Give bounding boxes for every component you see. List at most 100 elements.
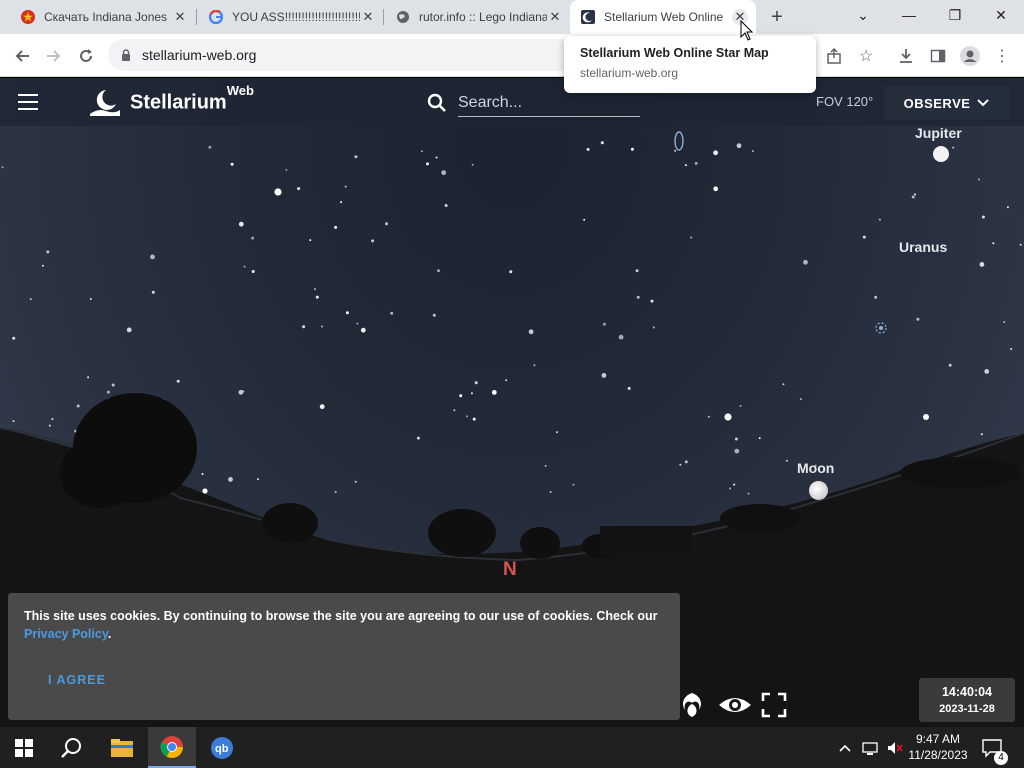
windows-start-icon[interactable] <box>0 727 48 768</box>
star <box>435 156 438 159</box>
jupiter-label[interactable]: Jupiter <box>915 125 962 141</box>
share-icon[interactable] <box>820 42 848 70</box>
star <box>650 299 654 303</box>
star <box>758 437 761 440</box>
chevron-down-icon <box>977 99 990 107</box>
restore-icon[interactable]: ❐ <box>932 0 978 30</box>
reload-icon[interactable] <box>72 42 100 70</box>
star <box>600 141 604 145</box>
minimize-icon[interactable]: — <box>886 0 932 30</box>
tab-you-ass[interactable]: YOU ASS!!!!!!!!!!!!!!!!!!!!!!!!! ✕ <box>188 0 384 34</box>
star <box>984 369 990 374</box>
star <box>111 383 115 387</box>
sky-viewport[interactable]: StellariumWeb FOV 120° OBSERVE Jupiter U… <box>0 78 1024 727</box>
hamburger-menu-icon[interactable] <box>16 91 40 113</box>
google-icon <box>208 9 224 25</box>
star <box>251 236 255 240</box>
mouse-cursor-icon <box>740 20 754 41</box>
star <box>334 491 337 494</box>
file-explorer-icon[interactable] <box>98 727 146 768</box>
star <box>713 150 718 156</box>
star <box>491 390 497 395</box>
close-icon[interactable]: ✕ <box>172 9 188 25</box>
side-panel-icon[interactable] <box>924 42 952 70</box>
star <box>459 394 463 398</box>
star <box>238 221 244 227</box>
star <box>679 463 682 466</box>
agree-button[interactable]: I AGREE <box>48 673 106 687</box>
star <box>466 415 469 418</box>
close-icon[interactable]: ✕ <box>547 9 563 25</box>
stellarium-header: StellariumWeb FOV 120° OBSERVE <box>0 78 1024 126</box>
star <box>618 334 624 340</box>
star <box>952 146 955 149</box>
star <box>12 336 16 340</box>
star <box>313 288 316 291</box>
privacy-policy-link[interactable]: Privacy Policy <box>24 627 108 641</box>
back-arrow-icon[interactable] <box>8 42 36 70</box>
close-icon[interactable]: ✕ <box>360 9 376 25</box>
star <box>297 187 301 191</box>
star <box>652 326 655 329</box>
tab-search-chevron-icon[interactable]: ⌄ <box>840 0 886 30</box>
star <box>76 404 80 408</box>
windows-taskbar: qb 9:47 AM 11/28/2023 4 <box>0 727 1024 768</box>
star <box>980 433 983 436</box>
star <box>48 424 51 427</box>
star <box>803 259 808 265</box>
chrome-taskbar-icon[interactable] <box>148 727 196 768</box>
profile-avatar-icon[interactable] <box>956 42 984 70</box>
star <box>242 390 245 393</box>
datetime-panel[interactable]: 14:40:04 2023-11-28 <box>919 678 1015 722</box>
bright-star <box>202 488 208 494</box>
star <box>470 392 473 395</box>
notification-center-icon[interactable]: 4 <box>982 727 1008 768</box>
network-icon[interactable] <box>862 727 880 768</box>
fullscreen-icon[interactable] <box>758 688 790 722</box>
cookie-banner: This site uses cookies. By continuing to… <box>8 593 680 720</box>
star <box>356 322 359 325</box>
search-icon[interactable] <box>426 92 448 114</box>
star <box>390 311 394 315</box>
milky-way-toggle-icon[interactable] <box>676 688 708 722</box>
star <box>729 487 732 490</box>
search-icon[interactable] <box>48 727 96 768</box>
tab-indiana-jones[interactable]: Скачать Indiana Jones ✕ <box>0 0 196 34</box>
window-close-icon[interactable]: ✕ <box>978 0 1024 30</box>
star <box>533 364 536 367</box>
star <box>315 295 319 299</box>
star <box>238 389 244 395</box>
kebab-menu-icon[interactable]: ⋮ <box>988 42 1016 70</box>
new-tab-plus-icon[interactable]: + <box>766 6 788 28</box>
star <box>345 311 349 315</box>
moon-label[interactable]: Moon <box>797 460 834 476</box>
forward-arrow-icon[interactable] <box>40 42 68 70</box>
star <box>694 161 698 165</box>
moon-disc[interactable] <box>809 481 828 500</box>
bookmark-star-icon[interactable]: ☆ <box>852 42 880 70</box>
taskbar-clock[interactable]: 9:47 AM 11/28/2023 <box>900 731 976 763</box>
uranus-label[interactable]: Uranus <box>899 239 947 255</box>
tab-rutor[interactable]: rutor.info :: Lego Indiana ✕ <box>375 0 571 34</box>
eye-view-toggle-icon[interactable] <box>716 688 754 722</box>
star <box>978 178 980 181</box>
qbittorrent-icon[interactable]: qb <box>198 727 246 768</box>
star <box>87 376 90 379</box>
star <box>257 478 259 481</box>
jupiter-planet[interactable] <box>933 146 949 162</box>
star <box>713 186 719 192</box>
tray-chevron-icon[interactable] <box>838 727 852 768</box>
bright-star <box>724 413 732 421</box>
star <box>151 290 155 294</box>
star <box>201 473 204 475</box>
star <box>340 201 343 204</box>
notification-badge: 4 <box>994 751 1008 765</box>
observe-button[interactable]: OBSERVE <box>884 86 1010 120</box>
star <box>734 448 740 454</box>
star <box>751 150 754 153</box>
search-input[interactable] <box>458 89 640 117</box>
download-icon[interactable] <box>892 42 920 70</box>
star <box>981 215 985 219</box>
tab-stellarium[interactable]: Stellarium Web Online ✕ <box>570 0 756 34</box>
star <box>106 390 110 394</box>
